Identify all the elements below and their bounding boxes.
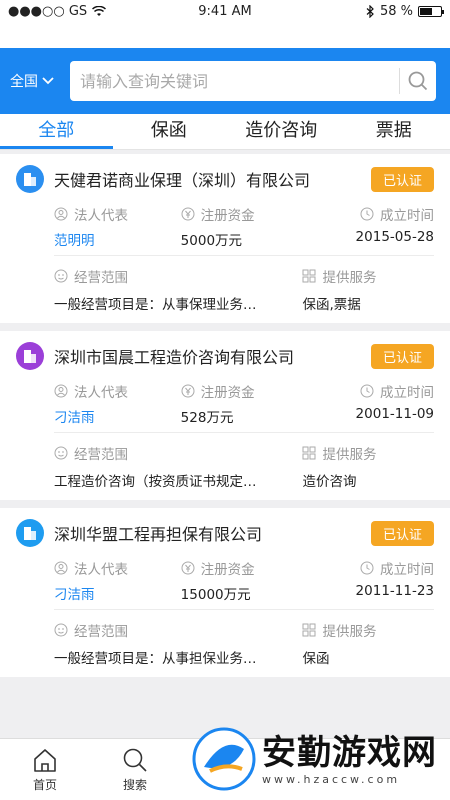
battery-percent: 58 % [379,3,413,19]
founded-label: 成立时间 [380,385,435,401]
person-icon [54,384,68,398]
watermark-url: www.hzaccw.com [262,772,401,786]
scope-value: 一般经营项目是：从事担保业务… [54,651,257,667]
carrier-signal: ●●●○○ GS [8,3,88,19]
company-name[interactable]: 天健君诺商业保理（深圳）有限公司 [54,167,371,191]
capital-label: 注册资金 [200,385,255,401]
capital-value: 5000万元 [180,233,243,249]
services-value: 保函 [302,651,330,667]
scope-label: 经营范围 [74,447,128,463]
header-spacer [0,22,450,48]
tab-all[interactable]: 全部 [0,114,113,149]
home-icon [34,748,56,772]
category-tabs: 全部 保函 造价咨询 票据 [0,114,450,150]
company-card[interactable]: 天健君诺商业保理（深圳）有限公司 已认证 法人代表 注册资金 成立时间 范明明 … [0,154,450,323]
search-icon [123,748,147,772]
scope-value: 工程造价咨询（按资质证书规定… [54,474,257,490]
services-value: 保函,票据 [302,297,361,313]
verified-badge: 已认证 [370,520,434,546]
company-card[interactable]: 深圳华盟工程再担保有限公司 已认证 法人代表 注册资金 成立时间 刁洁雨 150… [0,508,450,677]
status-bar: ●●●○○ GS 9:41 AM 58 % [0,0,450,22]
search-box [70,61,436,101]
grid-icon [302,446,316,460]
services-label: 提供服务 [322,624,377,640]
scope-value: 一般经营项目是：从事保理业务… [54,297,257,313]
wifi-icon [92,5,107,16]
scope-label: 经营范围 [74,270,128,286]
tab-guarantee[interactable]: 保函 [113,114,226,149]
grid-icon [302,623,316,637]
building-glyph-icon [24,350,36,363]
capital-value: 15000万元 [180,587,251,603]
legal-rep-value[interactable]: 刁洁雨 [54,410,95,426]
building-icon [16,519,44,547]
nav-home[interactable]: 首页 [0,739,90,800]
nav-search-label: 搜索 [122,777,147,792]
bluetooth-icon [366,4,374,18]
capital-label: 注册资金 [200,208,255,224]
search-header: 全国 [0,48,450,114]
legal-rep-value[interactable]: 刁洁雨 [54,587,95,603]
building-icon [16,165,44,193]
services-value: 造价咨询 [302,474,357,490]
grid-icon [302,269,316,283]
clock-icon [360,207,374,221]
region-label: 全国 [10,74,38,90]
founded-value: 2015-05-28 [355,229,435,245]
services-label: 提供服务 [322,270,377,286]
capital-label: 注册资金 [200,562,255,578]
battery-fill [420,7,432,15]
watermark-logo-icon [192,727,256,791]
nav-home-label: 首页 [32,777,57,792]
battery-icon [418,5,444,17]
scope-icon [54,446,68,460]
legal-rep-value[interactable]: 范明明 [54,233,95,249]
watermark-title: 安勤游戏网 [262,732,437,773]
region-selector[interactable]: 全国 [10,71,70,91]
search-icon [408,71,428,91]
capital-value: 528万元 [180,410,234,426]
company-name[interactable]: 深圳市国晨工程造价咨询有限公司 [54,344,371,368]
verified-badge: 已认证 [370,166,434,192]
tab-bills[interactable]: 票据 [338,114,450,149]
building-icon [16,342,44,370]
person-icon [54,561,68,575]
legal-rep-label: 法人代表 [74,385,128,401]
search-input[interactable] [80,71,399,91]
currency-icon [181,384,195,398]
watermark: 安勤游戏网 www.hzaccw.com [192,724,442,794]
legal-rep-label: 法人代表 [74,562,128,578]
founded-value: 2001-11-09 [355,406,435,422]
tab-cost-consulting[interactable]: 造价咨询 [225,114,338,149]
building-glyph-icon [24,527,36,540]
scope-label: 经营范围 [74,624,128,640]
search-button[interactable] [400,61,436,101]
person-icon [54,207,68,221]
founded-label: 成立时间 [380,562,435,578]
founded-value: 2011-11-23 [355,583,435,599]
currency-icon [181,207,195,221]
clock-icon [360,561,374,575]
company-card[interactable]: 深圳市国晨工程造价咨询有限公司 已认证 法人代表 注册资金 成立时间 刁洁雨 5… [0,331,450,500]
building-glyph-icon [24,173,36,186]
nav-search[interactable]: 搜索 [90,739,180,800]
currency-icon [181,561,195,575]
status-time: 9:41 AM [198,3,252,19]
company-list: 天健君诺商业保理（深圳）有限公司 已认证 法人代表 注册资金 成立时间 范明明 … [0,154,450,677]
chevron-down-icon [42,77,54,85]
scope-icon [54,269,68,283]
legal-rep-label: 法人代表 [74,208,128,224]
clock-icon [360,384,374,398]
scope-icon [54,623,68,637]
company-name[interactable]: 深圳华盟工程再担保有限公司 [54,521,371,545]
verified-badge: 已认证 [370,343,434,369]
founded-label: 成立时间 [380,208,435,224]
services-label: 提供服务 [322,447,377,463]
